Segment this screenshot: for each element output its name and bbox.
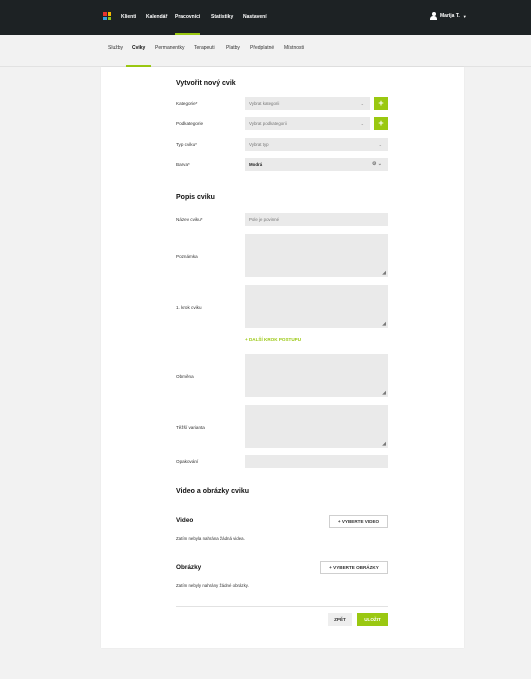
category-select-value: Vybrat kategorii [249, 101, 280, 106]
resize-handle-icon[interactable]: ◢ [382, 271, 386, 276]
description-title: Popis cviku [176, 194, 215, 201]
name-input-placeholder: Pole je povinné [249, 217, 280, 222]
save-button[interactable]: ULOŽIT [357, 613, 388, 626]
user-name: Marija T. [440, 13, 460, 19]
back-button[interactable]: ZPĚT [328, 613, 352, 626]
top-navbar: Klienti Kalendář Pracovníci Statistiky N… [0, 0, 531, 35]
add-category-button[interactable]: + [374, 97, 388, 110]
video-empty-text: Zatím nebyla nahrána žádná videa. [176, 536, 245, 541]
note-label: Poznámka [176, 254, 198, 259]
resize-handle-icon[interactable]: ◢ [382, 442, 386, 447]
divider [176, 606, 388, 607]
type-select-value: Vybrat typ [249, 142, 269, 147]
images-empty-text: Zatím nebyly nahrány žádné obrázky. [176, 583, 249, 588]
tab-platby[interactable]: Platby [226, 45, 240, 51]
sub-navbar: Služby Cviky Permanentky Terapeuti Platb… [0, 35, 531, 67]
nav-item-pracovnici[interactable]: Pracovníci [175, 0, 201, 35]
repeats-input[interactable] [245, 455, 388, 468]
images-title: Obrázky [176, 564, 202, 571]
media-title: Video a obrázky cviku [176, 488, 250, 495]
name-input[interactable]: Pole je povinné [245, 213, 388, 226]
color-select-value: Modrá [249, 162, 263, 167]
nav-item-nastaveni[interactable]: Nastavení [243, 0, 267, 35]
tab-terapeuti[interactable]: Terapeuti [194, 45, 215, 51]
note-textarea[interactable]: ◢ [245, 234, 388, 277]
user-icon [430, 11, 437, 21]
harder-textarea[interactable]: ◢ [245, 405, 388, 448]
tab-sluzby[interactable]: Služby [108, 45, 123, 51]
name-label: Název cviku* [176, 217, 203, 222]
category-select[interactable]: Vybrat kategorii ⌄ [245, 97, 370, 110]
tab-permanentky[interactable]: Permanentky [155, 45, 184, 51]
gear-icon: ⚙ ⌄ [371, 161, 382, 167]
variation-label: Obměna [176, 374, 194, 379]
add-subcategory-button[interactable]: + [374, 117, 388, 130]
user-menu[interactable]: Marija T. ▼ [430, 11, 467, 21]
chevron-down-icon: ⌄ [360, 101, 364, 106]
nav-item-kalendar[interactable]: Kalendář [146, 0, 167, 35]
type-label: Typ cviku* [176, 142, 197, 147]
nav-item-statistiky[interactable]: Statistiky [211, 0, 233, 35]
subcategory-select[interactable]: Vybrat podkategorii ⌄ [245, 117, 370, 130]
tab-mistnosti[interactable]: Místnosti [284, 45, 304, 51]
video-title: Video [176, 517, 194, 524]
subcategory-select-value: Vybrat podkategorii [249, 121, 287, 126]
type-select[interactable]: Vybrat typ ⌄ [245, 138, 388, 151]
color-select[interactable]: Modrá ⚙ ⌄ [245, 158, 388, 171]
resize-handle-icon[interactable]: ◢ [382, 322, 386, 327]
chevron-down-icon: ▼ [462, 13, 467, 19]
tab-cviky[interactable]: Cviky [132, 45, 145, 51]
add-step-button[interactable]: + DALŠÍ KROK POSTUPU [245, 337, 301, 342]
variation-textarea[interactable]: ◢ [245, 354, 388, 397]
app-logo-icon[interactable] [103, 12, 111, 20]
choose-images-button[interactable]: + VYBERTE OBRÁZKY [320, 561, 388, 574]
nav-item-klienti[interactable]: Klienti [121, 0, 136, 35]
repeats-label: Opakování [176, 459, 199, 464]
harder-label: Těžší varianta [176, 425, 205, 430]
color-label: Barva* [176, 162, 190, 167]
resize-handle-icon[interactable]: ◢ [382, 391, 386, 396]
choose-video-button[interactable]: + VYBERTE VIDEO [329, 515, 388, 528]
subcategory-label: Podkategorie [176, 121, 204, 126]
form-title: Vytvořit nový cvik [176, 80, 236, 87]
step1-label: 1. krok cviku [176, 305, 202, 310]
category-label: Kategorie* [176, 101, 198, 106]
chevron-down-icon: ⌄ [360, 121, 364, 126]
tab-predplatne[interactable]: Předplatné [250, 45, 274, 51]
step1-textarea[interactable]: ◢ [245, 285, 388, 328]
chevron-down-icon: ⌄ [378, 142, 382, 147]
